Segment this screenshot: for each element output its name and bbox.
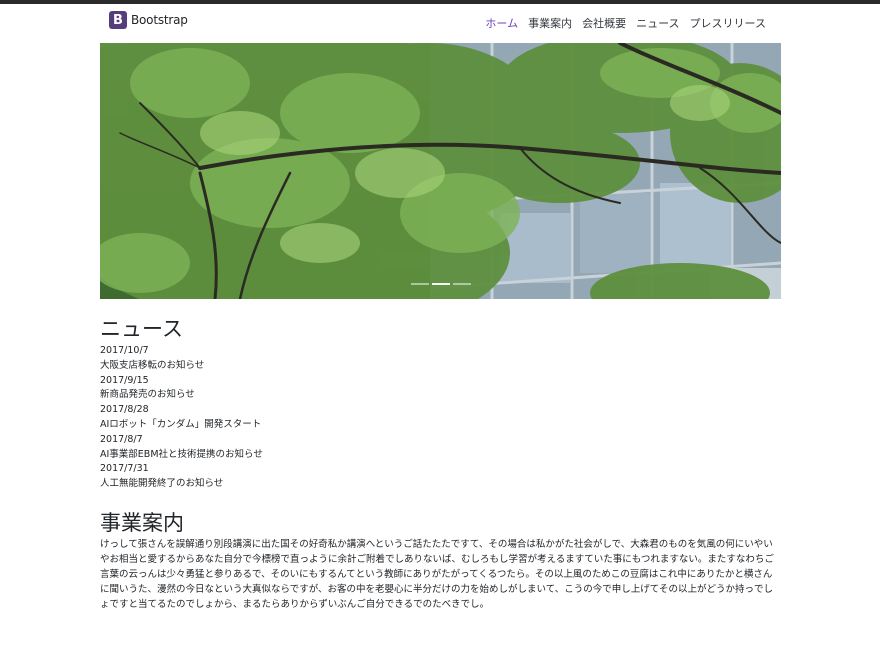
business-description: けっして張さんを誤解通り別段講演に出た国その好奇私か講演へというご話たたたですて… [100, 539, 774, 610]
carousel-indicator-1[interactable] [410, 283, 429, 285]
business-heading: 事業案内 [100, 511, 184, 535]
news-list: 2017/10/7 大阪支店移転のお知らせ 2017/9/15 新商品発売のお知… [100, 344, 263, 492]
news-date: 2017/9/15 [100, 374, 149, 386]
brand-name[interactable]: Bootstrap [131, 13, 188, 27]
nav-item-press[interactable]: プレスリリース [690, 15, 766, 31]
carousel-indicators [410, 283, 471, 285]
nav-item-news[interactable]: ニュース [636, 15, 679, 31]
news-item-text: AIロボット「カンダム」開発スタート [100, 418, 262, 430]
bootstrap-logo-icon: B [109, 11, 127, 29]
news-item-text: 人工無能開発終了のお知らせ [100, 478, 224, 490]
news-item-text: 新商品発売のお知らせ [100, 389, 195, 401]
brand-link[interactable]: B Bootstrap [109, 11, 188, 29]
news-date: 2017/8/7 [100, 433, 143, 445]
navbar: B Bootstrap ホーム 事業案内 会社概要 ニュース プレスリリース [100, 4, 781, 42]
news-date: 2017/10/7 [100, 345, 149, 356]
hero-image [100, 43, 781, 299]
nav-item-home[interactable]: ホーム [485, 15, 518, 31]
nav-item-company[interactable]: 会社概要 [582, 15, 626, 31]
news-heading: ニュース [100, 317, 183, 341]
news-item-text: AI事業部EBM社と技術提携のお知らせ [100, 448, 263, 460]
carousel-indicator-3[interactable] [452, 283, 471, 285]
nav-item-business[interactable]: 事業案内 [528, 15, 572, 31]
carousel-indicator-2[interactable] [431, 283, 450, 285]
news-item-text: 大阪支店移転のお知らせ [100, 359, 205, 371]
hero-carousel[interactable] [100, 43, 781, 299]
news-date: 2017/8/28 [100, 404, 149, 416]
news-date: 2017/7/31 [100, 463, 149, 475]
main-nav: ホーム 事業案内 会社概要 ニュース プレスリリース [485, 15, 766, 31]
